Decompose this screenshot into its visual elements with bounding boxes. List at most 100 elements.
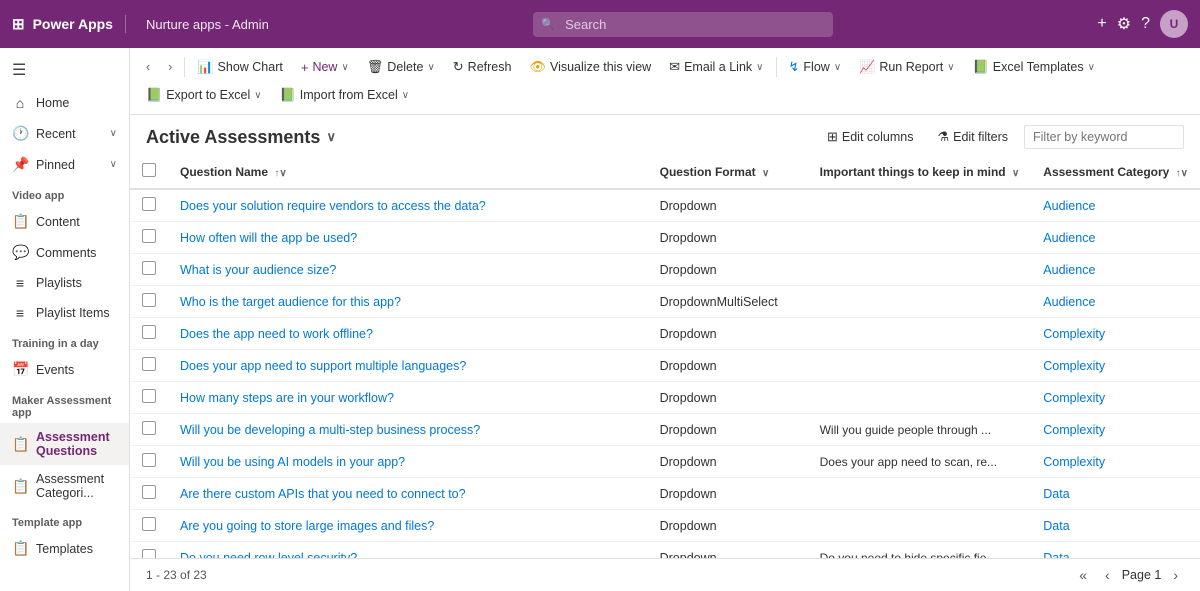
select-all-checkbox[interactable] [130,155,168,189]
sidebar-item-recent[interactable]: 🕐 Recent ∨ [0,118,129,149]
question-name-cell[interactable]: Are you going to store large images and … [168,510,648,542]
col-header-important[interactable]: Important things to keep in mind ∨ [808,155,1032,189]
row-checkbox[interactable] [142,357,156,371]
search-input[interactable] [533,12,833,37]
delete-button[interactable]: 🗑 Delete ∨ [359,54,443,80]
sidebar-item-assessment-categories[interactable]: 📋 Assessment Categori... [0,465,129,507]
visualize-button[interactable]: 👁 Visualize this view [521,54,659,80]
question-name-cell[interactable]: Does the app need to work offline? [168,318,648,350]
flow-dropdown-icon[interactable]: ∨ [834,62,841,73]
forward-button[interactable]: › [160,55,180,79]
question-name-cell[interactable]: Will you be using AI models in your app? [168,446,648,478]
export-dropdown-icon[interactable]: ∨ [254,90,261,101]
col-header-question-name[interactable]: Question Name ↑∨ [168,155,648,189]
row-checkbox-cell[interactable] [130,286,168,318]
row-checkbox[interactable] [142,325,156,339]
prev-page-button[interactable]: ‹ [1099,565,1116,585]
category-cell[interactable]: Complexity [1031,350,1200,382]
new-dropdown-icon[interactable]: ∨ [341,62,348,73]
refresh-button[interactable]: ↻ Refresh [445,54,520,80]
category-cell[interactable]: Audience [1031,254,1200,286]
category-cell[interactable]: Complexity [1031,446,1200,478]
settings-icon[interactable]: ⚙ [1117,14,1131,34]
row-checkbox-cell[interactable] [130,318,168,350]
sidebar-item-events[interactable]: 📅 Events [0,354,129,385]
email-dropdown-icon[interactable]: ∨ [756,62,763,73]
sidebar-item-playlists[interactable]: ≡ Playlists [0,268,129,298]
edit-filters-button[interactable]: ⚗ Edit filters [929,125,1016,149]
category-cell[interactable]: Complexity [1031,414,1200,446]
row-checkbox-cell[interactable] [130,510,168,542]
waffle-icon[interactable]: ⊞ [12,15,25,33]
category-cell[interactable]: Audience [1031,222,1200,254]
app-logo[interactable]: ⊞ Power Apps [12,15,126,33]
row-checkbox-cell[interactable] [130,414,168,446]
row-checkbox-cell[interactable] [130,382,168,414]
row-checkbox-cell[interactable] [130,478,168,510]
row-checkbox-cell[interactable] [130,542,168,559]
flow-button[interactable]: ↯ Flow ∨ [781,54,850,80]
question-name-cell[interactable]: Are there custom APIs that you need to c… [168,478,648,510]
row-checkbox-cell[interactable] [130,222,168,254]
run-report-button[interactable]: 📈 Run Report ∨ [851,54,962,80]
sidebar-item-pinned[interactable]: 📌 Pinned ∨ [0,149,129,180]
sidebar-item-playlist-items[interactable]: ≡ Playlist Items [0,298,129,328]
new-button[interactable]: + New ∨ [293,55,357,80]
row-checkbox[interactable] [142,549,156,558]
row-checkbox[interactable] [142,293,156,307]
row-checkbox-cell[interactable] [130,254,168,286]
category-cell[interactable]: Data [1031,510,1200,542]
avatar[interactable]: U [1160,10,1188,38]
row-checkbox-cell[interactable] [130,189,168,222]
row-checkbox-cell[interactable] [130,350,168,382]
import-excel-button[interactable]: 📗 Import from Excel ∨ [272,82,417,108]
sidebar-item-home[interactable]: ⌂ Home [0,88,129,118]
row-checkbox[interactable] [142,485,156,499]
add-icon[interactable]: + [1097,15,1106,33]
import-dropdown-icon[interactable]: ∨ [402,90,409,101]
first-page-button[interactable]: « [1073,565,1093,585]
delete-dropdown-icon[interactable]: ∨ [427,62,434,73]
row-checkbox[interactable] [142,229,156,243]
question-name-cell[interactable]: Do you need row level security? [168,542,648,559]
help-icon[interactable]: ? [1141,15,1150,33]
question-name-cell[interactable]: Does your solution require vendors to ac… [168,189,648,222]
row-checkbox[interactable] [142,261,156,275]
back-button[interactable]: ‹ [138,55,158,79]
question-name-cell[interactable]: Who is the target audience for this app? [168,286,648,318]
question-name-cell[interactable]: Does your app need to support multiple l… [168,350,648,382]
category-cell[interactable]: Audience [1031,189,1200,222]
excel-templates-button[interactable]: 📗 Excel Templates ∨ [965,54,1103,80]
edit-columns-button[interactable]: ⊞ Edit columns [819,125,921,149]
show-chart-button[interactable]: 📊 Show Chart [189,54,291,80]
category-cell[interactable]: Data [1031,478,1200,510]
sidebar-item-assessment-questions[interactable]: 📋 Assessment Questions [0,423,129,465]
next-page-button[interactable]: › [1167,565,1184,585]
col-header-question-format[interactable]: Question Format ∨ [648,155,808,189]
row-checkbox-cell[interactable] [130,446,168,478]
row-checkbox[interactable] [142,197,156,211]
category-cell[interactable]: Data [1031,542,1200,559]
question-name-cell[interactable]: How often will the app be used? [168,222,648,254]
header-checkbox[interactable] [142,163,156,177]
question-name-cell[interactable]: Will you be developing a multi-step busi… [168,414,648,446]
run-report-dropdown-icon[interactable]: ∨ [947,62,954,73]
category-cell[interactable]: Complexity [1031,382,1200,414]
export-excel-button[interactable]: 📗 Export to Excel ∨ [138,82,270,108]
col-header-category[interactable]: Assessment Category ↑∨ [1031,155,1200,189]
view-title-chevron[interactable]: ∨ [326,129,336,145]
sidebar-item-comments[interactable]: 💬 Comments [0,237,129,268]
excel-templates-dropdown-icon[interactable]: ∨ [1088,62,1095,73]
row-checkbox[interactable] [142,453,156,467]
category-cell[interactable]: Complexity [1031,318,1200,350]
category-cell[interactable]: Audience [1031,286,1200,318]
sidebar-item-templates[interactable]: 📋 Templates [0,533,129,564]
sidebar-item-content[interactable]: 📋 Content [0,206,129,237]
keyword-filter-input[interactable] [1024,125,1184,149]
row-checkbox[interactable] [142,389,156,403]
email-link-button[interactable]: ✉ Email a Link ∨ [661,54,771,80]
row-checkbox[interactable] [142,517,156,531]
row-checkbox[interactable] [142,421,156,435]
hamburger-menu[interactable]: ☰ [0,52,129,88]
question-name-cell[interactable]: What is your audience size? [168,254,648,286]
